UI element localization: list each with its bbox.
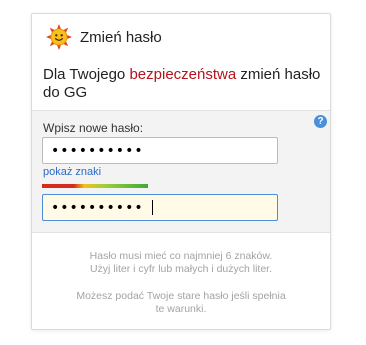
- dialog-header: Zmień hasło: [32, 14, 330, 62]
- password-strength-bar: [42, 184, 148, 188]
- hint-rules: Hasło musi mieć co najmniej 6 znaków. Uż…: [32, 250, 330, 276]
- hint-line: Możesz podać Twoje stare hasło jeśli spe…: [76, 290, 286, 302]
- hint-line: Hasło musi mieć co najmniej 6 znaków.: [89, 250, 273, 262]
- intro-text-highlight: bezpieczeństwa: [129, 66, 237, 83]
- intro-text-before: Dla Twojego: [43, 66, 130, 83]
- intro-text: Dla Twojego bezpieczeństwa zmień hasło d…: [43, 66, 323, 102]
- change-password-dialog: Zmień hasło Dla Twojego bezpieczeństwa z…: [31, 13, 331, 330]
- confirm-password-input[interactable]: [42, 194, 278, 221]
- hint-line: Użyj liter i cyfr lub małych i dużych li…: [89, 263, 273, 275]
- new-password-input[interactable]: [42, 137, 278, 164]
- password-strength-fill: [42, 184, 148, 188]
- new-password-label: Wpisz nowe hasło:: [43, 121, 144, 135]
- hint-line: te warunki.: [155, 303, 207, 315]
- show-characters-link[interactable]: pokaż znaki: [43, 166, 101, 178]
- gg-sun-logo-icon: [46, 24, 72, 50]
- dialog-title: Zmień hasło: [80, 29, 162, 46]
- help-icon[interactable]: ?: [314, 115, 327, 128]
- hint-old-password: Możesz podać Twoje stare hasło jeśli spe…: [32, 290, 330, 316]
- password-hints: Hasło musi mieć co najmniej 6 znaków. Uż…: [32, 250, 330, 329]
- text-caret: [152, 200, 153, 215]
